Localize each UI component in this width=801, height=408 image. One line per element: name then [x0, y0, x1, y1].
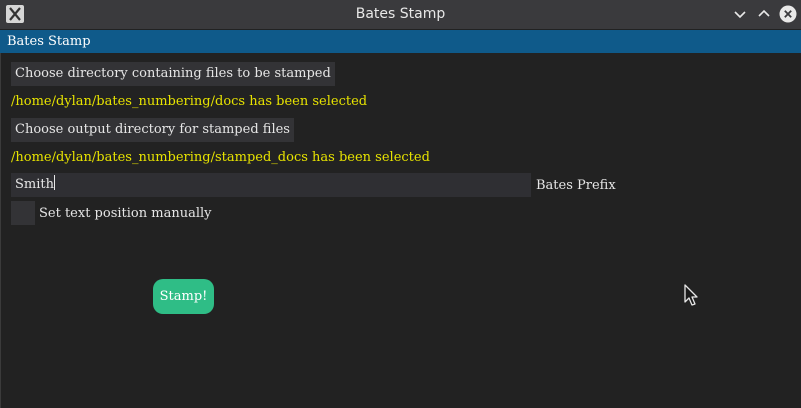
output-directory-status: /home/dylan/bates_numbering/stamped_docs…	[11, 150, 430, 165]
menu-title[interactable]: Bates Stamp	[7, 34, 91, 49]
stamp-button[interactable]: Stamp!	[153, 279, 214, 314]
bates-prefix-label: Bates Prefix	[536, 178, 616, 193]
mouse-pointer-icon	[684, 284, 698, 310]
window-titlebar[interactable]: Bates Stamp	[0, 0, 801, 29]
manual-position-label[interactable]: Set text position manually	[39, 206, 212, 221]
choose-output-directory-button[interactable]: Choose output directory for stamped file…	[11, 118, 294, 142]
choose-input-directory-button[interactable]: Choose directory containing files to be …	[11, 62, 335, 86]
close-icon[interactable]	[779, 5, 797, 23]
window-title: Bates Stamp	[355, 6, 446, 22]
main-panel: Choose directory containing files to be …	[0, 53, 801, 408]
text-caret	[54, 175, 55, 190]
bates-prefix-input[interactable]: Smith	[11, 173, 531, 197]
menu-bar: Bates Stamp	[0, 30, 801, 53]
minimize-icon[interactable]	[731, 5, 749, 23]
bates-prefix-value: Smith	[15, 177, 54, 192]
maximize-icon[interactable]	[755, 5, 773, 23]
manual-position-checkbox[interactable]	[11, 201, 35, 225]
input-directory-status: /home/dylan/bates_numbering/docs has bee…	[11, 94, 368, 109]
